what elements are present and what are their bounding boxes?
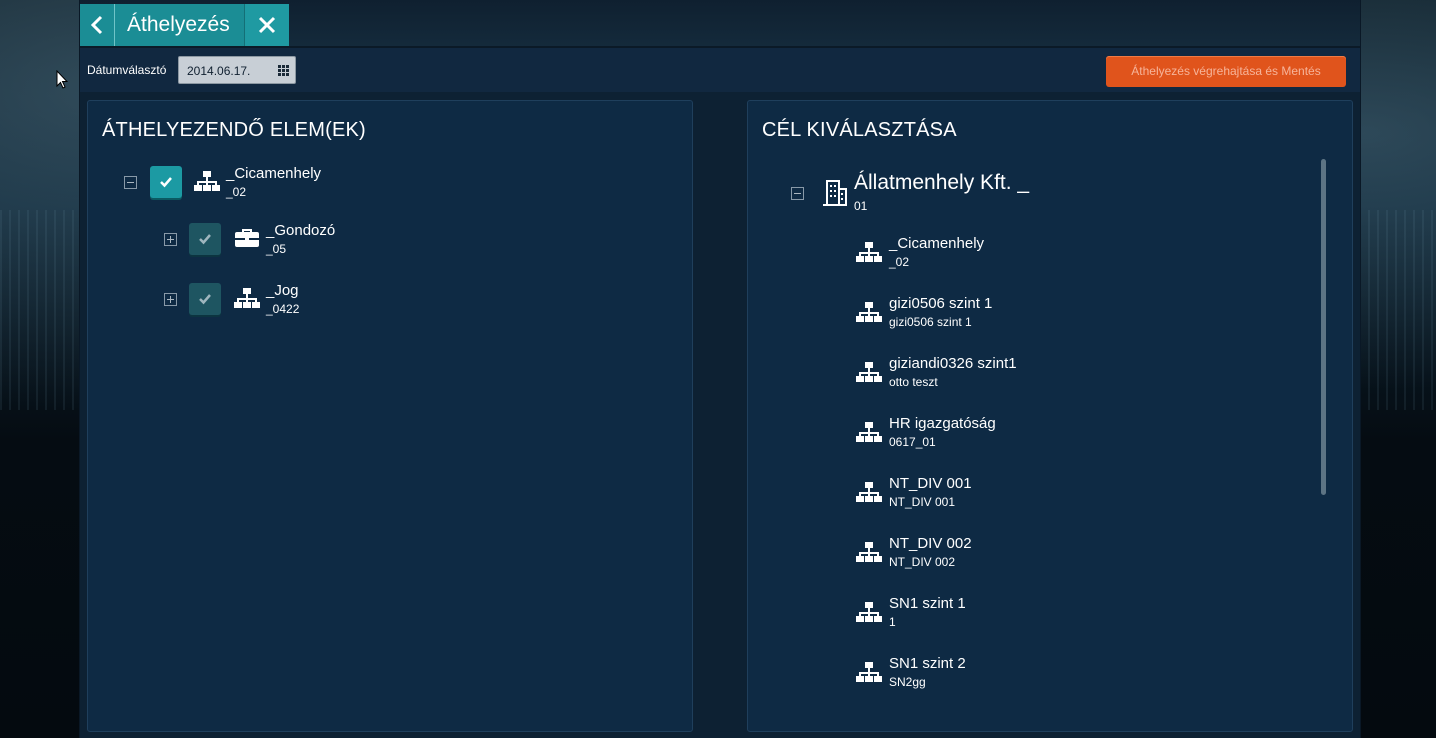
org-chart-icon: [856, 242, 882, 262]
date-value: 2014.06.17.: [187, 64, 251, 78]
node-code: 0617_01: [889, 435, 936, 449]
node-checkbox[interactable]: [150, 166, 182, 198]
node-name: _Cicamenhely: [889, 235, 985, 252]
items-to-move-title: ÁTHELYEZENDŐ ELEM(EK): [102, 119, 366, 141]
building-icon: [823, 180, 847, 206]
close-icon: [258, 16, 275, 34]
chevron-left-icon: [91, 15, 103, 35]
org-chart-icon: [856, 422, 882, 442]
org-chart-icon: [856, 602, 882, 622]
calendar-grid-icon[interactable]: [278, 65, 289, 76]
target-selection-panel: CÉL KIVÁLASZTÁSA Állatmenhely Kft. _ 01 …: [747, 100, 1353, 732]
date-picker-field[interactable]: 2014.06.17.: [178, 56, 296, 84]
org-chart-icon: [856, 542, 882, 562]
node-code: NT_DIV 001: [889, 495, 956, 509]
page-title: Áthelyezés: [127, 13, 230, 36]
execute-move-and-save-button[interactable]: Áthelyezés végrehajtása és Mentés: [1106, 56, 1346, 87]
checkmark-icon: [199, 294, 211, 305]
collapse-toggle[interactable]: [124, 176, 137, 189]
node-name: SN1 szint 2: [889, 655, 966, 672]
node-code: gizi0506 szint 1: [889, 315, 972, 329]
node-code: otto teszt: [889, 375, 938, 389]
node-checkbox[interactable]: [189, 283, 221, 315]
node-code: NT_DIV 002: [889, 555, 956, 569]
node-checkbox[interactable]: [189, 223, 221, 255]
node-name: SN1 szint 1: [889, 595, 966, 612]
briefcase-icon: [235, 229, 259, 247]
toolbar: Dátumválasztó 2014.06.17. Áthelyezés vég…: [80, 48, 1360, 92]
node-name: HR igazgatóság: [889, 415, 996, 432]
expand-toggle[interactable]: [164, 293, 177, 306]
checkmark-icon: [160, 177, 172, 188]
node-code: _02: [889, 255, 910, 269]
node-code: SN2gg: [889, 675, 926, 689]
org-chart-icon: [856, 302, 882, 322]
top-bar: Áthelyezés: [80, 0, 1360, 48]
move-dialog: Áthelyezés Dátumválasztó 2014.06.17. Áth…: [80, 0, 1360, 738]
node-code: 01: [854, 199, 868, 213]
expand-toggle[interactable]: [164, 233, 177, 246]
node-code: _02: [226, 185, 247, 199]
node-name: gizi0506 szint 1: [889, 295, 993, 312]
node-name: NT_DIV 001: [889, 475, 972, 492]
org-chart-icon: [856, 362, 882, 382]
node-name: _Cicamenhely: [226, 165, 322, 182]
org-chart-icon: [856, 662, 882, 682]
mouse-cursor-icon: [56, 70, 68, 89]
back-button[interactable]: [80, 4, 115, 46]
node-code: 1: [889, 615, 896, 629]
org-chart-icon: [856, 482, 882, 502]
title-bar: Áthelyezés: [80, 4, 289, 46]
node-name: _Jog: [266, 282, 299, 299]
collapse-toggle[interactable]: [791, 187, 804, 200]
node-name: giziandi0326 szint1: [889, 355, 1017, 372]
node-name: _Gondozó: [266, 222, 336, 239]
node-code: _0422: [266, 302, 300, 316]
date-picker-label: Dátumválasztó: [87, 63, 167, 77]
checkmark-icon: [199, 234, 211, 245]
close-button[interactable]: [243, 4, 289, 46]
node-name: NT_DIV 002: [889, 535, 972, 552]
node-code: _05: [266, 242, 287, 256]
scrollbar[interactable]: [1321, 159, 1326, 495]
org-chart-icon: [234, 288, 260, 308]
node-name: Állatmenhely Kft. _: [854, 171, 1030, 194]
target-selection-title: CÉL KIVÁLASZTÁSA: [762, 119, 957, 141]
org-chart-icon: [194, 171, 220, 191]
items-to-move-panel: ÁTHELYEZENDŐ ELEM(EK) _Cicamenhely _02 _…: [87, 100, 693, 732]
